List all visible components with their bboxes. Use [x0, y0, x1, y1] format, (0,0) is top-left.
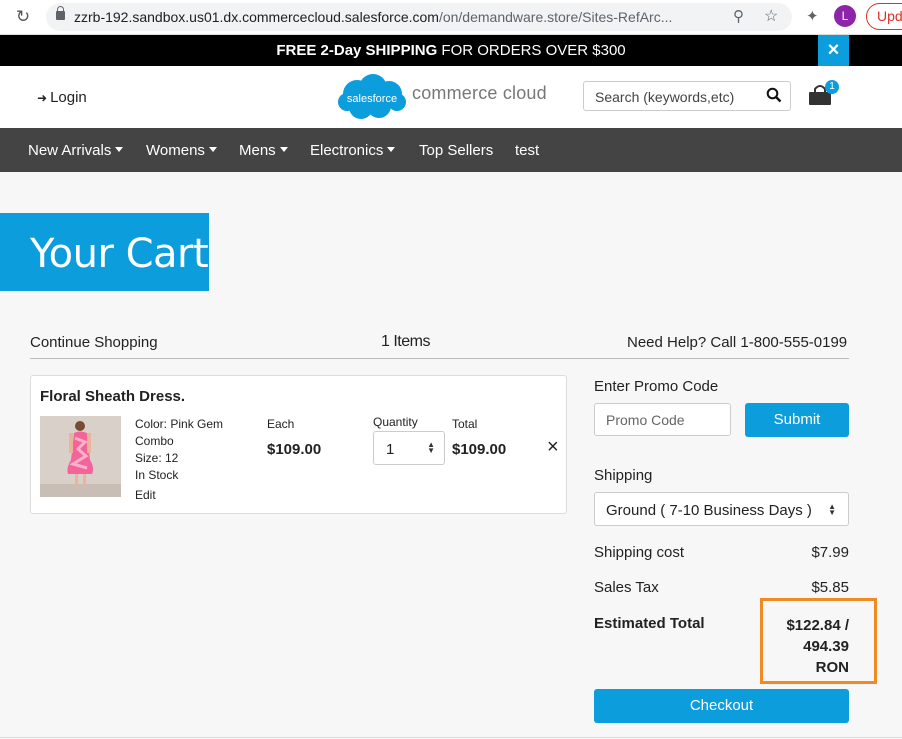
stock-status: In Stock: [135, 468, 179, 482]
search-icon[interactable]: [766, 87, 782, 103]
continue-shopping-link[interactable]: Continue Shopping: [30, 334, 158, 351]
sales-tax-value: $5.85: [811, 579, 849, 596]
checkout-button[interactable]: Checkout: [594, 689, 849, 723]
extensions-puzzle-icon[interactable]: ✦: [806, 7, 819, 25]
nav-item-top-sellers[interactable]: Top Sellers: [419, 142, 493, 159]
cart-count-badge: 1: [825, 80, 839, 94]
logo-cloud-text: salesforce: [347, 93, 397, 105]
estimated-total-label: Estimated Total: [594, 615, 705, 632]
each-label: Each: [267, 417, 295, 431]
banner-rest-text: FOR ORDERS OVER $300: [437, 42, 626, 59]
nav-item-electronics[interactable]: Electronics: [310, 142, 396, 159]
edit-link[interactable]: Edit: [135, 488, 156, 502]
update-button[interactable]: Upd: [866, 3, 902, 30]
select-arrows-icon: ▲ ▼: [427, 440, 435, 455]
product-color-cont: Combo: [135, 434, 174, 448]
sales-tax-label: Sales Tax: [594, 579, 659, 596]
banner-close-icon[interactable]: ×: [818, 35, 849, 66]
cart-line-item: Floral Sheath Dress. Color: Pink Gem Com…: [30, 375, 567, 514]
estimated-total-highlight: $122.84 / 494.39 RON: [760, 598, 877, 684]
cart-item-count: 1 Items: [381, 333, 430, 350]
nav-item-womens[interactable]: Womens: [146, 142, 217, 159]
nav-item-mens[interactable]: Mens: [239, 142, 288, 159]
shipping-method-value: Ground ( 7-10 Business Days ): [606, 502, 812, 519]
promo-placeholder: Promo Code: [606, 412, 685, 428]
line-total-price: $109.00: [452, 441, 507, 458]
address-bar[interactable]: zzrb-192.sandbox.us01.dx.commercecloud.s…: [46, 3, 792, 31]
promo-code-label: Enter Promo Code: [594, 378, 719, 395]
url-text: zzrb-192.sandbox.us01.dx.commercecloud.s…: [74, 9, 673, 25]
sign-in-icon: ➜: [37, 91, 48, 105]
total-label: Total: [452, 417, 478, 431]
quantity-label: Quantity: [373, 415, 418, 429]
salesforce-logo-icon[interactable]: salesforce: [337, 72, 407, 122]
search-input[interactable]: Search (keywords,etc): [583, 81, 791, 111]
quantity-value: 1: [386, 441, 395, 458]
zoom-icon[interactable]: ⚲: [733, 7, 744, 25]
logo-text: commerce cloud: [412, 83, 547, 103]
page-title: Your Cart: [30, 231, 209, 277]
quantity-select[interactable]: 1 ▲ ▼: [373, 431, 445, 465]
browser-toolbar: ↻ zzrb-192.sandbox.us01.dx.commercecloud…: [0, 0, 902, 35]
shipping-method-select[interactable]: Ground ( 7-10 Business Days ) ▲ ▼: [594, 492, 849, 526]
product-image[interactable]: [40, 416, 121, 497]
product-size: Size: 12: [135, 451, 179, 465]
product-name[interactable]: Floral Sheath Dress.: [40, 388, 185, 405]
divider: [0, 737, 902, 738]
select-arrows-icon: ▲ ▼: [828, 502, 836, 517]
estimated-total-value: $122.84 / 494.39 RON: [786, 617, 849, 676]
shipping-cost-value: $7.99: [811, 544, 849, 561]
chevron-down-icon: [115, 147, 124, 152]
main-navigation: New Arrivals Womens Mens Electronics Top…: [0, 128, 902, 172]
bookmark-star-icon[interactable]: ☆: [764, 6, 778, 26]
shipping-promo-banner: FREE 2-Day SHIPPING FOR ORDERS OVER $300: [0, 35, 902, 66]
promo-code-input[interactable]: Promo Code: [594, 403, 731, 436]
login-link[interactable]: ➜ Login: [37, 89, 87, 106]
help-phone-text: Need Help? Call 1-800-555-0199: [627, 334, 848, 351]
shipping-cost-label: Shipping cost: [594, 544, 685, 561]
remove-item-icon[interactable]: ×: [547, 436, 559, 459]
each-price: $109.00: [267, 441, 322, 458]
site-header: ➜ Login salesforce commerce cloud Search …: [0, 66, 902, 128]
product-color: Color: Pink Gem: [135, 417, 224, 431]
nav-item-new-arrivals[interactable]: New Arrivals: [28, 142, 124, 159]
lock-icon: [56, 6, 65, 20]
chevron-down-icon: [387, 147, 396, 152]
shipping-label: Shipping: [594, 467, 653, 484]
reload-icon[interactable]: ↻: [12, 6, 34, 28]
page-title-banner: Your Cart: [0, 213, 209, 291]
profile-avatar[interactable]: L: [834, 5, 856, 27]
search-placeholder: Search (keywords,etc): [595, 89, 735, 105]
banner-strong-text: FREE 2-Day SHIPPING: [276, 42, 438, 59]
divider: [30, 358, 849, 359]
chevron-down-icon: [279, 147, 288, 152]
promo-submit-button[interactable]: Submit: [745, 403, 849, 437]
nav-item-test[interactable]: test: [515, 142, 539, 159]
chevron-down-icon: [208, 147, 217, 152]
